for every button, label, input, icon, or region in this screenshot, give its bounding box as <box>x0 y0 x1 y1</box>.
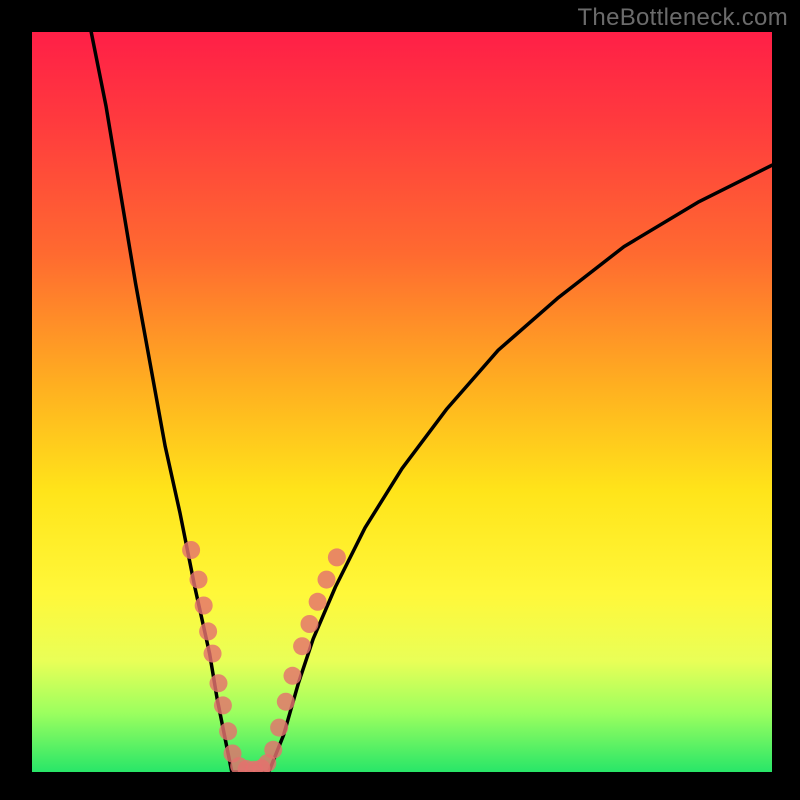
marker-dot <box>195 597 213 615</box>
marker-dot <box>264 741 282 759</box>
marker-dot <box>199 622 217 640</box>
marker-dot <box>270 719 288 737</box>
marker-dot <box>318 571 336 589</box>
watermark-label: TheBottleneck.com <box>577 4 788 32</box>
marker-dot <box>309 593 327 611</box>
curve-path <box>269 165 772 772</box>
marker-dot <box>301 615 319 633</box>
marker-dot <box>283 667 301 685</box>
marker-dot <box>182 541 200 559</box>
marker-dot <box>328 548 346 566</box>
marker-dot <box>293 637 311 655</box>
marker-dot <box>190 571 208 589</box>
plot-area <box>32 32 772 772</box>
marker-dot <box>209 674 227 692</box>
marker-dot <box>204 645 222 663</box>
marker-dot <box>214 696 232 714</box>
chart-frame: TheBottleneck.com <box>0 0 800 800</box>
marker-dot <box>219 722 237 740</box>
marker-dot <box>277 693 295 711</box>
plot-svg <box>32 32 772 772</box>
